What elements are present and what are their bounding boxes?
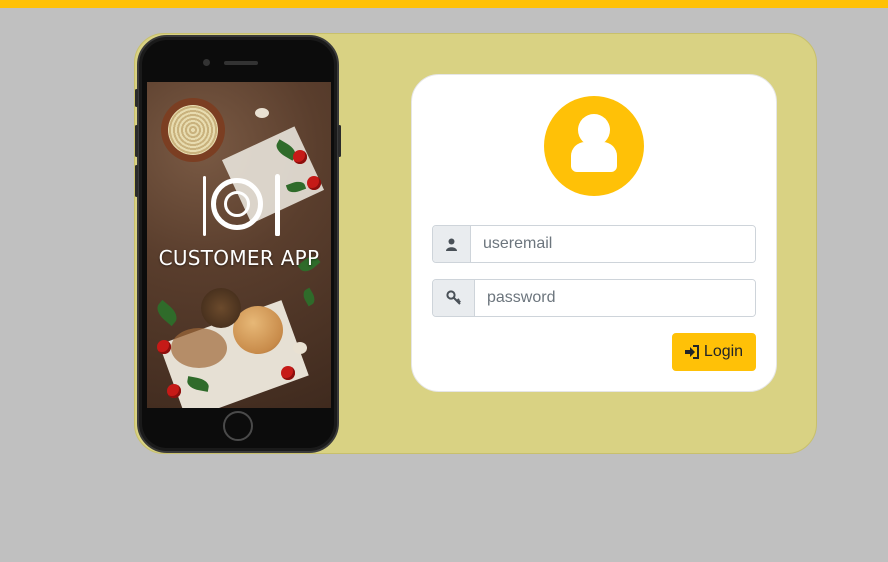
knife-icon — [275, 174, 280, 236]
login-button[interactable]: Login — [672, 333, 756, 371]
sign-in-icon — [684, 345, 699, 359]
user-icon — [446, 238, 457, 251]
noodle-bowl-image — [161, 98, 225, 162]
password-addon — [433, 280, 475, 316]
phone-camera — [203, 59, 210, 66]
login-panel: Login — [411, 74, 777, 392]
burger-image — [233, 306, 283, 354]
wooden-board — [171, 328, 227, 368]
phone-side-button — [338, 125, 341, 157]
phone-side-button — [135, 165, 138, 197]
email-field-group — [432, 225, 756, 263]
leaf-garnish — [300, 287, 318, 307]
tomato — [167, 384, 181, 398]
garlic-clove — [293, 342, 307, 354]
fork-icon — [203, 176, 206, 236]
login-button-label: Login — [703, 343, 744, 360]
tomato — [281, 366, 295, 380]
user-avatar-icon — [544, 96, 644, 196]
sandwich-image — [201, 288, 241, 328]
phone-side-button — [135, 125, 138, 157]
top-accent-bar — [0, 0, 888, 8]
phone-side-button — [135, 89, 138, 107]
tomato — [307, 176, 321, 190]
email-addon — [433, 226, 471, 262]
leaf-garnish — [153, 299, 181, 327]
tomato — [293, 150, 307, 164]
phone-home-button — [223, 411, 253, 441]
password-field-group — [432, 279, 756, 317]
app-title: CUSTOMER APP — [158, 246, 320, 270]
app-splash-screen: CUSTOMER APP — [147, 82, 331, 408]
tomato — [157, 340, 171, 354]
key-icon — [445, 290, 461, 305]
plate-icon — [211, 178, 263, 230]
garlic-clove — [255, 108, 269, 118]
email-input[interactable] — [471, 226, 755, 262]
phone-mockup: CUSTOMER APP — [135, 35, 341, 453]
password-input[interactable] — [475, 280, 755, 316]
phone-speaker — [224, 61, 258, 65]
